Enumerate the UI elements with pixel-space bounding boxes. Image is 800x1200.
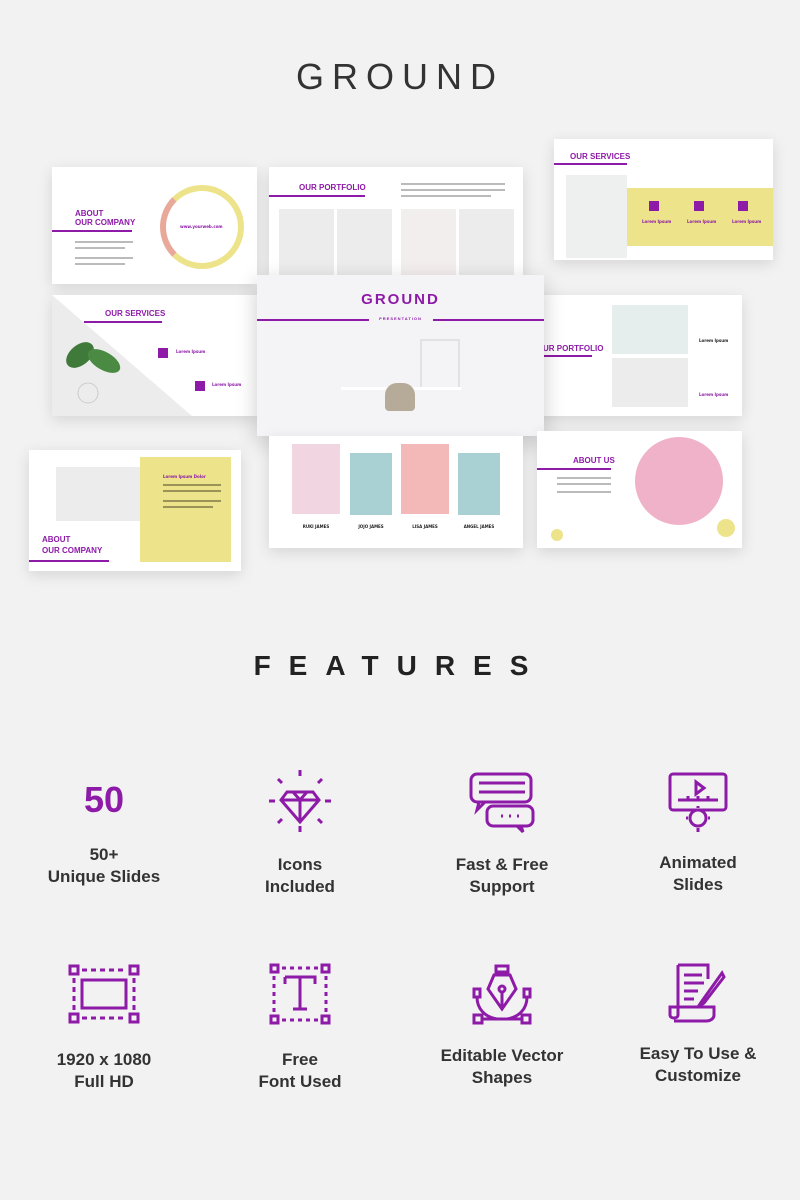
service-label: Lorem Ipsum [212,382,242,387]
feature-font: Free Font Used [200,963,400,1093]
slide-subheading: Lorem Ipsum Dolor [163,474,206,479]
slide-team: RUKI JAMES JOJO JAMES LISA JAMES ANGEL J… [269,436,523,548]
feature-label: Included [265,877,335,896]
slide-portfolio-right: UR PORTFOLIO Lorem Ipsum Lorem Ipsum [537,295,742,416]
slide-url: www.yourweb.com [180,224,223,229]
service-label: Lorem Ipsum [642,219,672,224]
pen-tool-icon [472,964,532,1025]
feature-vector: Editable Vector Shapes [402,963,602,1089]
feature-label: Animated [659,853,737,872]
feature-label: Support [469,877,535,896]
slide-heading: OUR SERVICES [570,152,631,161]
frame-icon [68,964,140,1024]
slide-heading: ABOUT [42,535,71,544]
feature-label: Font Used [258,1072,342,1091]
feature-label: 50+ [89,845,119,864]
slide-services-top: OUR SERVICES Lorem Ipsum Lorem Ipsum Lor… [554,139,773,260]
page-title: GROUND [296,56,504,97]
slide-about-us: ABOUT US [537,431,742,548]
feature-label: Slides [672,875,724,894]
features-heading: FEATURES [253,650,547,681]
feature-animated: Animated Slides [598,772,798,896]
feature-icons: Icons Included [200,768,400,898]
service-label: Lorem Ipsum [732,219,762,224]
number-50: 50 [83,779,125,820]
service-label: Lorem Ipsum [687,219,717,224]
feature-label: Full HD [74,1072,134,1091]
portfolio-label: Lorem Ipsum [699,392,729,397]
slide-heading: OUR SERVICES [105,309,166,318]
animated-monitor-icon [668,772,728,832]
feature-label: Customize [655,1066,741,1085]
portfolio-label: Lorem Ipsum [699,338,729,343]
slide-about-company-2: Lorem Ipsum Dolor ABOUT OUR COMPANY [29,450,241,571]
diamond-icon [269,770,331,832]
feature-label: Free [282,1050,318,1069]
feature-label: Editable Vector [440,1046,564,1065]
slide-heading: OUR COMPANY [42,546,103,555]
feature-support: Fast & Free Support [402,772,602,898]
member-name: RUKI JAMES [302,524,330,529]
chat-bubbles-icon [469,772,535,834]
slide-portfolio: OUR PORTFOLIO [269,167,523,277]
slide-heading: OUR COMPANY [75,218,136,227]
member-name: ANGEL JAMES [463,524,495,529]
slide-heading: OUR PORTFOLIO [299,183,366,192]
feature-unique-slides: 50 50+ Unique Slides [4,770,204,888]
slide-heading: ABOUT US [573,456,615,465]
cover-subtitle: PRESENTATION [379,316,422,321]
slide-about-company: ABOUT OUR COMPANY www.yourweb.com [52,167,257,284]
document-edit-icon [668,963,726,1023]
cover-title: GROUND [361,291,440,308]
slide-heading: UR PORTFOLIO [543,344,604,353]
service-label: Lorem Ipsum [176,349,206,354]
feature-label: Fast & Free [455,855,549,874]
feature-label: Unique Slides [47,867,161,886]
feature-full-hd: 1920 x 1080 Full HD [4,963,204,1093]
feature-label: Easy To Use & [639,1044,757,1063]
feature-label: Icons [277,855,323,874]
feature-label: 1920 x 1080 [56,1050,152,1069]
feature-customize: Easy To Use & Customize [598,963,798,1087]
slide-cover: GROUND PRESENTATION [257,275,544,436]
member-name: JOJO JAMES [358,524,384,529]
font-icon [269,963,331,1025]
feature-label: Shapes [471,1068,533,1087]
member-name: LISA JAMES [412,524,438,529]
slide-services-left: OUR SERVICES Lorem Ipsum Lorem Ipsum [52,295,257,416]
